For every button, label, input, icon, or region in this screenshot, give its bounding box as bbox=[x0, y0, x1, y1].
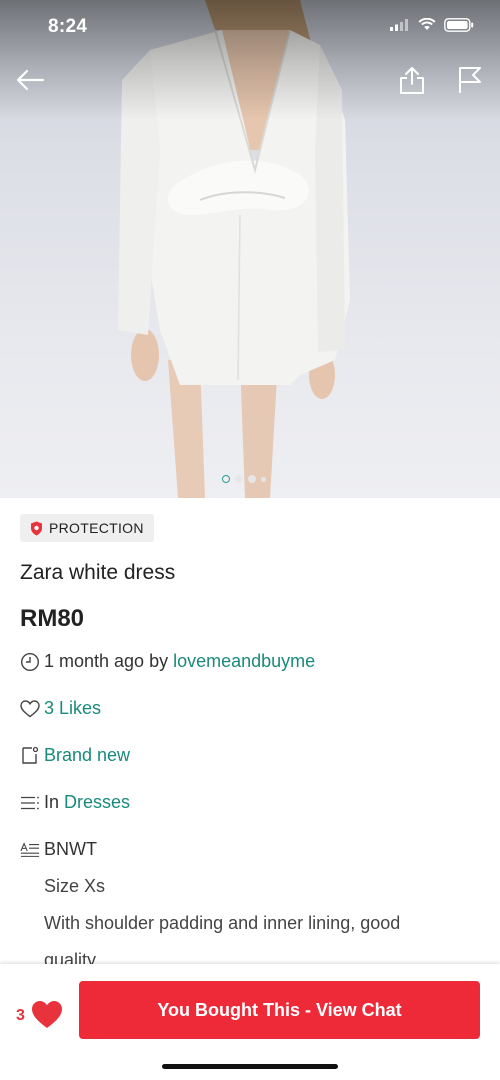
posted-info: 1 month ago by lovemeandbuyme bbox=[20, 651, 315, 672]
status-time: 8:24 bbox=[48, 16, 88, 37]
home-indicator bbox=[162, 1064, 338, 1069]
back-button[interactable] bbox=[10, 62, 50, 98]
condition-info: Brand new bbox=[20, 745, 130, 766]
shield-icon bbox=[31, 521, 42, 535]
description-first-line: BNWT bbox=[20, 839, 97, 860]
listing-title: Zara white dress bbox=[20, 561, 176, 584]
seller-link[interactable]: lovemeandbuyme bbox=[173, 651, 315, 672]
listing-price: RM80 bbox=[20, 605, 85, 632]
condition-value[interactable]: Brand new bbox=[44, 745, 130, 766]
product-image-gallery[interactable]: 8:24 bbox=[0, 0, 500, 498]
category-info: In Dresses bbox=[20, 792, 130, 813]
description-line: BNWT bbox=[44, 839, 97, 859]
description-line: Size Xs bbox=[44, 876, 106, 896]
description-line: With shoulder padding and inner lining, … bbox=[44, 913, 401, 933]
clock-icon bbox=[20, 652, 40, 672]
list-icon bbox=[20, 793, 40, 813]
likes-count[interactable]: 3 Likes bbox=[44, 698, 101, 719]
category-link[interactable]: Dresses bbox=[64, 792, 130, 813]
gallery-dot[interactable] bbox=[235, 475, 243, 483]
protection-badge[interactable]: PROTECTION bbox=[20, 514, 154, 542]
bottom-action-bar: 3 You Bought This - View Chat bbox=[0, 964, 500, 1080]
heart-outline-icon bbox=[20, 699, 40, 719]
likes-info[interactable]: 3 Likes bbox=[20, 698, 101, 719]
status-bar: 8:24 bbox=[0, 0, 500, 56]
share-button[interactable] bbox=[392, 60, 432, 100]
heart-icon bbox=[32, 1001, 62, 1028]
status-icons bbox=[390, 17, 474, 37]
like-count: 3 bbox=[16, 1007, 25, 1024]
gallery-pagination bbox=[222, 474, 266, 484]
flag-icon bbox=[459, 67, 481, 93]
wifi-icon bbox=[418, 17, 436, 36]
gallery-dot[interactable] bbox=[261, 476, 266, 482]
battery-icon bbox=[444, 17, 474, 37]
gallery-dot[interactable] bbox=[222, 475, 230, 483]
tag-icon bbox=[20, 746, 40, 766]
view-chat-button[interactable]: You Bought This - View Chat bbox=[79, 981, 480, 1039]
posted-time: 1 month ago by bbox=[44, 651, 174, 671]
text-icon bbox=[20, 840, 40, 860]
arrow-left-icon bbox=[16, 69, 45, 91]
report-button[interactable] bbox=[450, 60, 490, 100]
gallery-dot[interactable] bbox=[248, 475, 256, 483]
category-prefix: In bbox=[44, 792, 65, 812]
share-icon bbox=[400, 67, 424, 94]
like-button[interactable] bbox=[31, 1000, 63, 1030]
signal-icon bbox=[390, 18, 410, 36]
badge-label: PROTECTION bbox=[49, 520, 144, 536]
